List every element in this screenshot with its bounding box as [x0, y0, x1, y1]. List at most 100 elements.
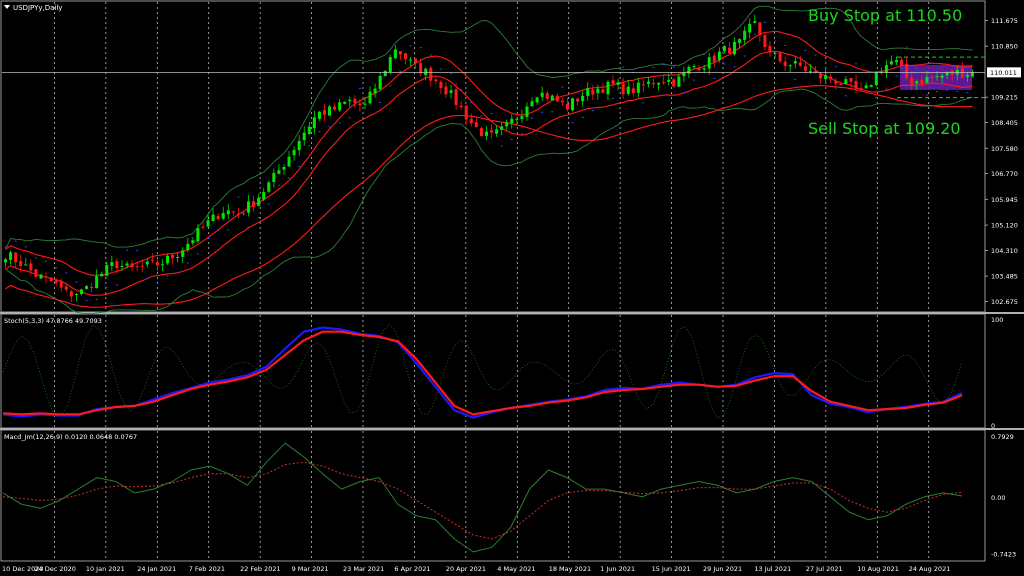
- pane-divider[interactable]: [0, 312, 1024, 314]
- candle-body: [287, 156, 291, 167]
- candle-body: [358, 103, 362, 106]
- candle-body: [778, 52, 782, 62]
- psar-dot: [834, 66, 837, 68]
- candle-body: [869, 85, 873, 87]
- psar-dot: [925, 94, 928, 96]
- candle-body: [530, 101, 534, 107]
- psar-dot: [865, 70, 868, 72]
- candle-body: [525, 106, 529, 117]
- candle-body: [657, 82, 661, 85]
- candle-body: [930, 76, 934, 78]
- psar-dot: [520, 133, 523, 135]
- price-axis: 111.675 110.850 110.011 109.215 108.405 107.5…: [985, 17, 1021, 559]
- psar-dot: [298, 166, 301, 168]
- candle-body: [272, 172, 276, 182]
- candle-body: [262, 192, 266, 200]
- psar-dot: [682, 92, 685, 94]
- candle-body: [424, 68, 428, 76]
- candle-body: [90, 286, 94, 289]
- candle-body: [662, 82, 666, 84]
- psar-dot: [875, 97, 878, 99]
- macd-pane[interactable]: [0, 429, 986, 562]
- date-tick-label: 24 Aug 2021: [909, 565, 951, 573]
- candle-body: [206, 220, 210, 227]
- candle-body: [105, 264, 109, 276]
- candle-body: [854, 80, 858, 89]
- psar-dot: [561, 86, 564, 88]
- candle-body: [353, 98, 357, 104]
- candle-body: [74, 294, 78, 296]
- psar-dot: [419, 47, 422, 49]
- candle-body: [95, 276, 99, 289]
- candle-body: [439, 81, 443, 88]
- candle-body: [636, 82, 640, 93]
- candle-body: [135, 266, 139, 268]
- date-tick-label: 1 Jun 2021: [600, 565, 635, 573]
- price-tick-label: 107.580: [991, 145, 1018, 153]
- psar-dot: [348, 117, 351, 119]
- candle-body: [829, 76, 833, 80]
- psar-dot: [510, 139, 513, 141]
- psar-dot: [267, 203, 270, 205]
- candle-body: [641, 84, 645, 86]
- candle-body: [864, 85, 868, 89]
- candle-body: [398, 51, 402, 55]
- candle-body: [277, 170, 281, 174]
- psar-dot: [156, 281, 159, 283]
- candle-body: [368, 91, 372, 104]
- candle-body: [753, 21, 757, 23]
- psar-dot: [45, 260, 48, 262]
- psar-dot: [936, 91, 939, 93]
- psar-dot: [460, 89, 463, 91]
- stoch-scale-label: 100: [991, 316, 1003, 324]
- price-tick-label: 103.485: [991, 273, 1018, 281]
- candle-body: [895, 60, 899, 63]
- candle-body: [692, 66, 696, 68]
- candle-body: [474, 122, 478, 128]
- psar-dot: [450, 73, 453, 75]
- candle-body: [727, 47, 731, 54]
- psar-dot: [703, 53, 706, 55]
- date-tick-label: 24 Dec 2020: [34, 565, 76, 573]
- candle-body: [267, 182, 271, 192]
- candle-body: [145, 261, 149, 265]
- psar-dot: [358, 87, 361, 89]
- current-price-label: 110.011: [990, 69, 1017, 77]
- date-tick-label: 24 Jan 2021: [137, 565, 176, 573]
- candle-body: [712, 55, 716, 62]
- buy-stop-annotation: Buy Stop at 110.50: [808, 6, 962, 25]
- date-tick-label: 15 Jun 2021: [652, 565, 691, 573]
- candle-body: [581, 95, 585, 102]
- candle-body: [484, 131, 488, 136]
- psar-dot: [409, 45, 412, 47]
- psar-dot: [115, 284, 118, 286]
- candle-body: [257, 197, 261, 206]
- psar-dot: [784, 44, 787, 46]
- candle-body: [434, 79, 438, 82]
- candle-body: [307, 126, 311, 134]
- candle-body: [722, 45, 726, 52]
- candle-body: [110, 262, 114, 266]
- candle-body: [160, 264, 164, 266]
- candle-body: [763, 35, 767, 48]
- psar-dot: [277, 184, 280, 186]
- candle-body: [920, 79, 924, 84]
- psar-dot: [672, 66, 675, 68]
- price-tick-label: 110.850: [991, 43, 1018, 51]
- macd-scale-label: -0.7423: [991, 551, 1016, 559]
- psar-dot: [743, 55, 746, 57]
- psar-dot: [551, 111, 554, 113]
- candle-body: [9, 252, 13, 261]
- candle-body: [935, 75, 939, 77]
- candle-body: [555, 95, 559, 102]
- candle-body: [338, 102, 342, 111]
- date-tick-label: 13 Jul 2021: [754, 565, 791, 573]
- pane-divider[interactable]: [0, 428, 1024, 430]
- candle-body: [196, 228, 200, 242]
- symbol-title: USDJPYy,Daily: [13, 4, 62, 12]
- candle-body: [459, 105, 463, 108]
- candle-body: [773, 52, 777, 54]
- psar-dot: [693, 79, 696, 81]
- main-pane[interactable]: [0, 0, 986, 313]
- psar-dot: [541, 111, 544, 113]
